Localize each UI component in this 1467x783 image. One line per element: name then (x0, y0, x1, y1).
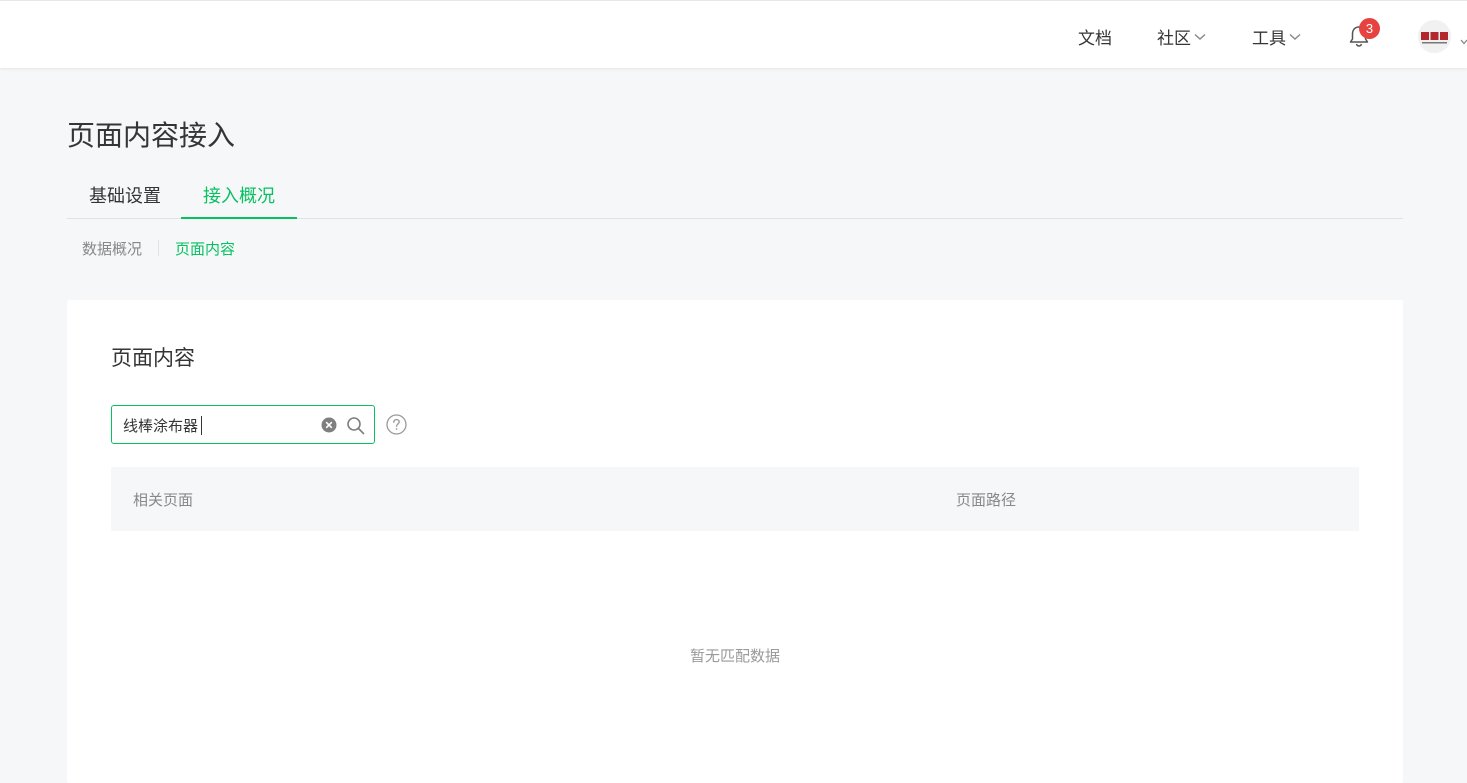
chevron-down-icon (1289, 26, 1301, 46)
nav-community-menu[interactable]: 社区 (1157, 23, 1206, 49)
content-card: 页面内容 相关页面 页面路径 暂无匹配数据 (67, 300, 1403, 783)
search-icon[interactable] (346, 416, 365, 435)
nav-tools-menu[interactable]: 工具 (1252, 23, 1301, 49)
avatar[interactable] (1418, 20, 1451, 53)
nav-community-label: 社区 (1157, 28, 1191, 49)
chevron-down-icon (1194, 26, 1206, 46)
nav-tools-label: 工具 (1252, 28, 1286, 49)
top-bar: 文档 社区 工具 3 (0, 0, 1467, 68)
clear-icon[interactable] (321, 417, 337, 433)
nav-docs-label: 文档 (1078, 28, 1112, 49)
column-header-related-page: 相关页面 (133, 491, 194, 509)
subtab-divider (158, 240, 160, 256)
subtab-bar: 数据概况 页面内容 (82, 237, 235, 259)
table-header: 相关页面 页面路径 (111, 467, 1359, 531)
search-input[interactable] (123, 413, 313, 437)
tab-access-overview[interactable]: 接入概况 (181, 170, 297, 219)
tab-basic-settings[interactable]: 基础设置 (67, 170, 183, 219)
help-icon[interactable] (386, 414, 407, 435)
caret-down-icon[interactable] (1460, 31, 1467, 45)
column-header-page-path: 页面路径 (956, 491, 1017, 509)
tab-bar: 基础设置 接入概况 (67, 170, 1403, 219)
text-cursor (201, 416, 202, 435)
nav-docs-link[interactable]: 文档 (1078, 23, 1112, 49)
search-field[interactable] (111, 405, 375, 444)
subtab-page-content[interactable]: 页面内容 (175, 238, 235, 259)
notification-badge: 3 (1359, 18, 1380, 39)
avatar-logo-icon (1418, 20, 1451, 53)
card-title: 页面内容 (111, 346, 195, 370)
empty-state-text: 暂无匹配数据 (689, 647, 780, 665)
subtab-data-overview[interactable]: 数据概况 (82, 238, 142, 259)
page-title: 页面内容接入 (67, 119, 236, 152)
